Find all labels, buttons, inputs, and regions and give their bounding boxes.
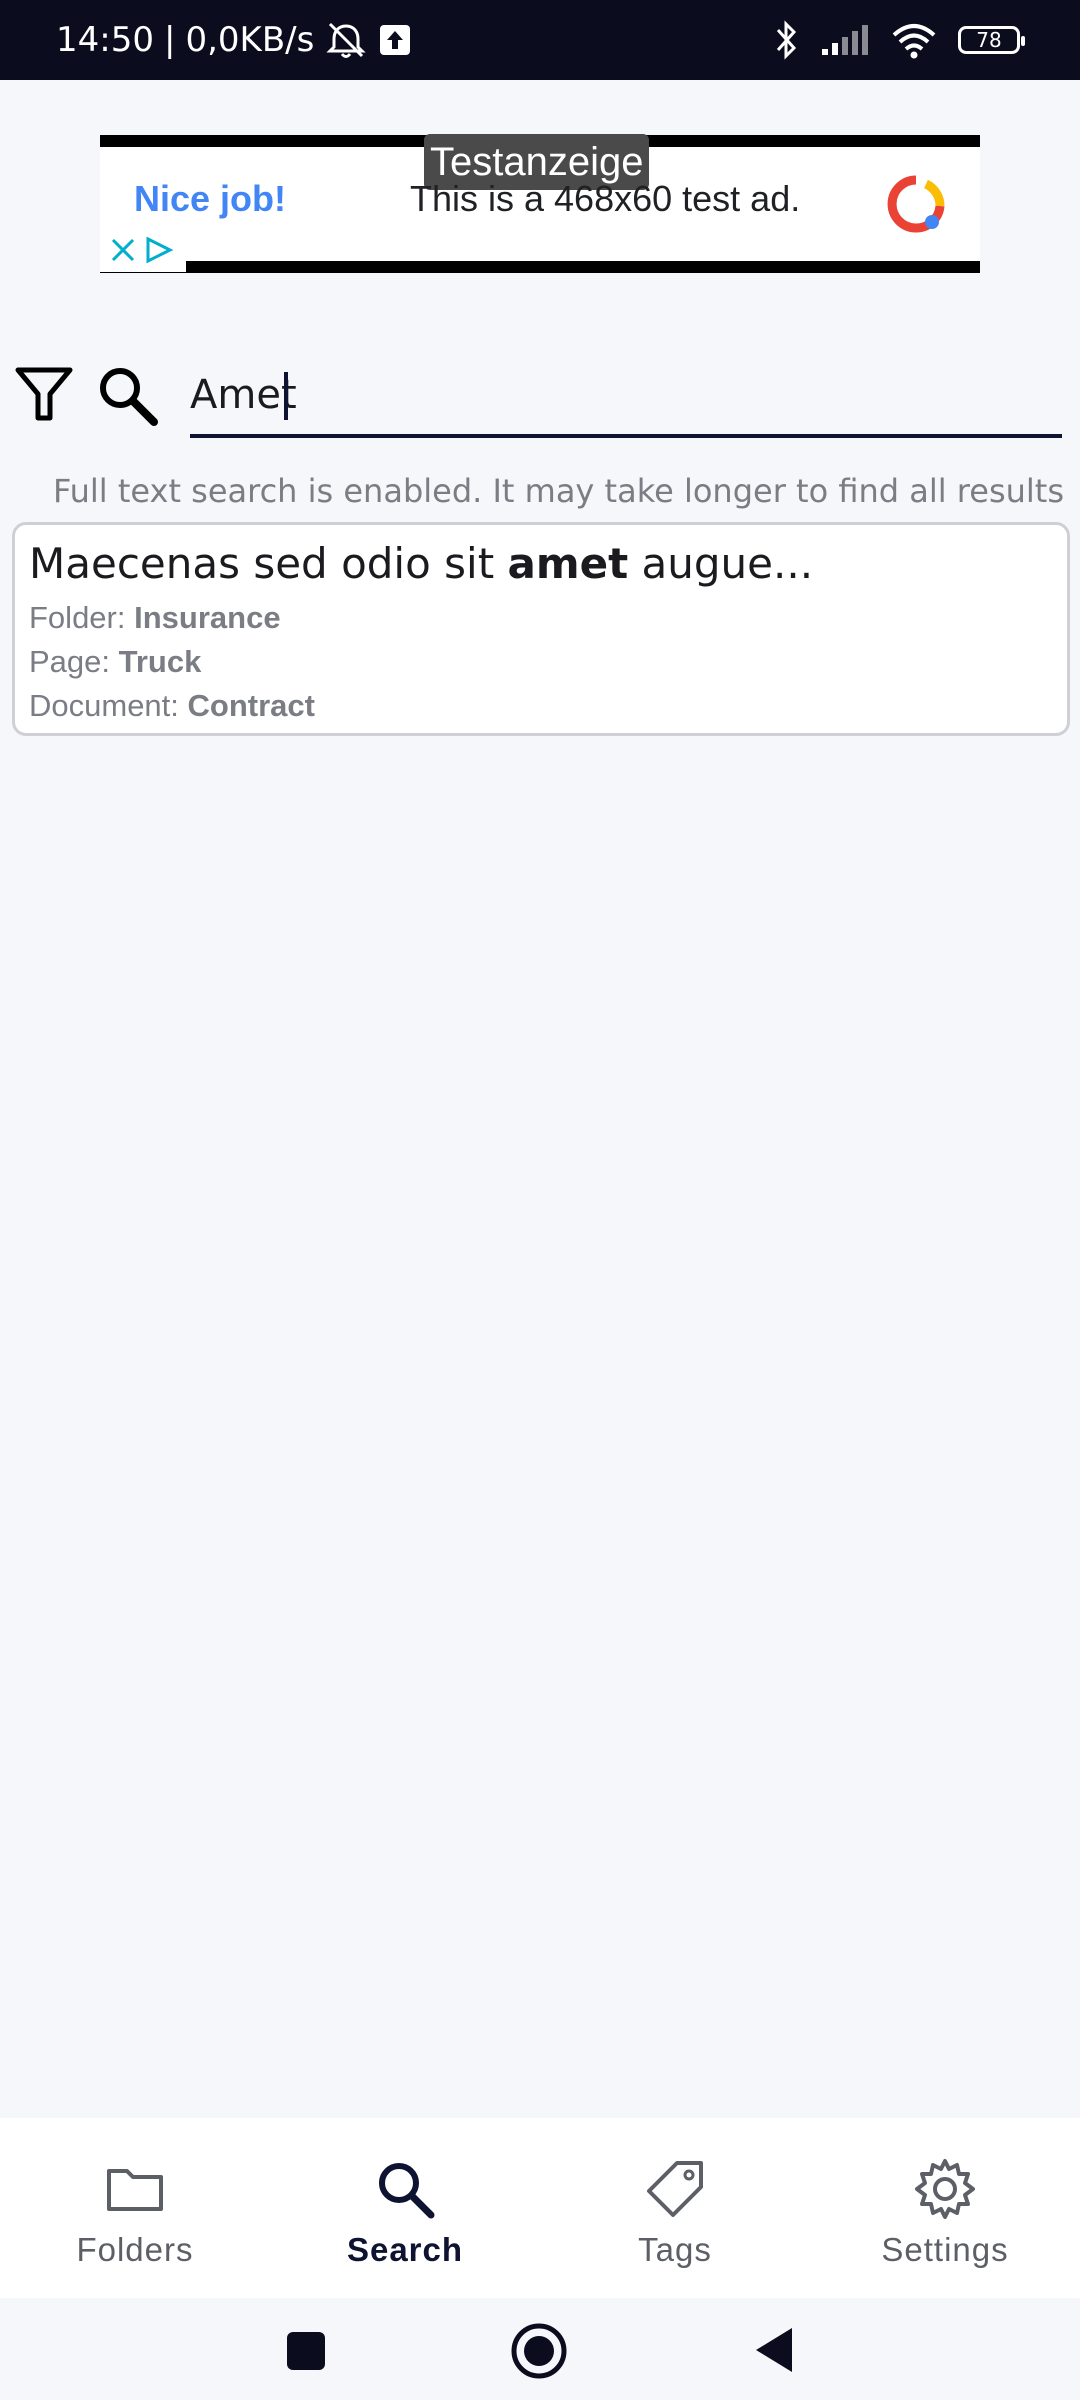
filter-icon[interactable]: [14, 364, 74, 424]
back-button[interactable]: [752, 2326, 796, 2374]
muted-bell-icon: [326, 22, 366, 58]
gear-icon: [915, 2159, 975, 2219]
page-label: Page:: [29, 644, 111, 679]
wifi-icon: [892, 24, 936, 59]
tag-icon: [647, 2161, 703, 2217]
ad-choices[interactable]: [100, 228, 186, 272]
network-speed: 0,0KB/s: [185, 20, 315, 60]
result-snippet: Maecenas sed odio sit amet augue...: [29, 539, 1053, 588]
ad-headline[interactable]: Nice job!: [134, 178, 286, 220]
battery-indicator: 78: [958, 26, 1025, 54]
search-hint: Full text search is enabled. It may take…: [52, 472, 1064, 510]
snippet-suffix: augue...: [628, 539, 814, 588]
status-bar: 14:50 | 0,0KB/s 78: [0, 0, 1080, 80]
search-field[interactable]: [190, 360, 1062, 438]
folder-value: Insurance: [134, 600, 281, 635]
close-icon[interactable]: [108, 235, 138, 265]
nav-item-tags[interactable]: Tags: [540, 2118, 810, 2298]
recents-button[interactable]: [285, 2330, 329, 2374]
page-value: Truck: [118, 644, 202, 679]
system-navigation-bar: [0, 2298, 1080, 2400]
folder-icon: [107, 2169, 163, 2211]
bluetooth-icon: [776, 20, 797, 60]
search-icon: [379, 2163, 435, 2219]
search-result-card[interactable]: Maecenas sed odio sit amet augue... Fold…: [12, 522, 1070, 736]
status-left: 14:50 | 0,0KB/s: [56, 0, 412, 80]
ad-text[interactable]: This is a 468x60 test ad.: [410, 178, 800, 220]
text-caret: [284, 372, 288, 420]
document-value: Contract: [187, 688, 315, 723]
snippet-match: amet: [507, 539, 629, 588]
search-input[interactable]: [190, 360, 1062, 430]
result-page: Page: Truck: [29, 640, 1053, 684]
clock: 14:50: [56, 20, 154, 60]
bottom-navigation: Folders Search Tags Settings: [0, 2118, 1080, 2298]
nav-item-folders[interactable]: Folders: [0, 2118, 270, 2298]
nav-item-settings[interactable]: Settings: [810, 2118, 1080, 2298]
result-document: Document: Contract: [29, 684, 1053, 728]
status-separator: |: [163, 20, 176, 60]
ad-logo-icon: [887, 175, 945, 233]
status-right: 78: [774, 0, 1025, 80]
snippet-prefix: Maecenas sed odio sit: [29, 539, 508, 588]
nav-label-tags: Tags: [638, 2231, 712, 2268]
search-icon[interactable]: [96, 364, 158, 426]
home-button[interactable]: [510, 2322, 568, 2380]
nav-label-search: Search: [346, 2231, 464, 2268]
nav-item-search[interactable]: Search: [270, 2118, 540, 2298]
signal-icon: [822, 25, 868, 55]
result-folder: Folder: Insurance: [29, 596, 1053, 640]
nav-label-settings: Settings: [881, 2231, 1009, 2268]
adchoices-icon[interactable]: [142, 235, 176, 265]
folder-label: Folder:: [29, 600, 126, 635]
upload-icon: [380, 25, 411, 55]
battery-level: 78: [976, 28, 1002, 52]
document-label: Document:: [29, 688, 179, 723]
nav-label-folders: Folders: [76, 2231, 194, 2268]
